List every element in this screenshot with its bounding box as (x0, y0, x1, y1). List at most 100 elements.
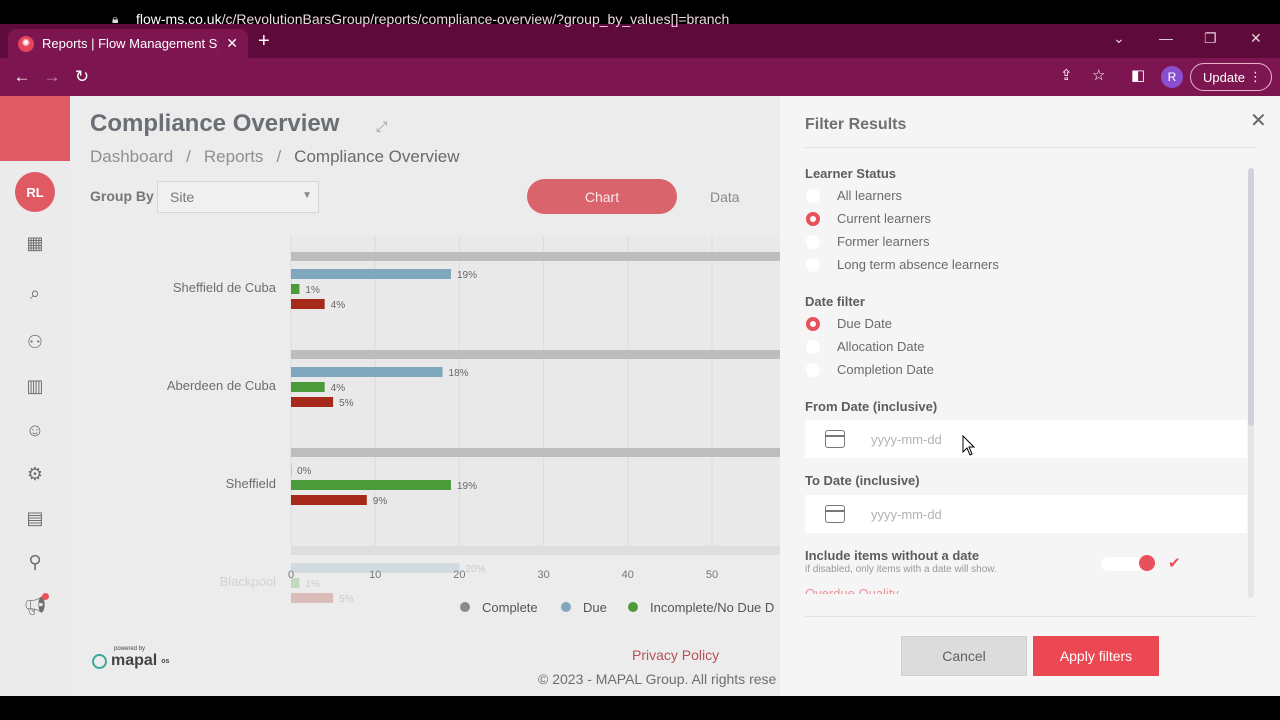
data-label: 9% (373, 496, 388, 507)
radio-label: Allocation Date (837, 339, 925, 354)
bar (291, 397, 334, 407)
filter-panel: Filter Results ✕ Learner Status All lear… (780, 96, 1280, 696)
radio-due-date[interactable]: Due Date (805, 316, 892, 331)
main-content: Compliance Overview ⤢ Dashboard / Report… (70, 96, 780, 696)
date-filter-label: Date filter (805, 294, 865, 309)
back-icon[interactable]: ← (7, 67, 37, 87)
expand-icon[interactable]: ⤢ (376, 118, 387, 135)
to-date-input[interactable]: yyyy-mm-dd (805, 495, 1247, 533)
group-by-select[interactable]: Site ▼ (157, 181, 319, 213)
bookmark-star-icon[interactable]: ☆ (1092, 66, 1105, 84)
building-icon[interactable]: ▤ (22, 506, 48, 530)
bar (291, 563, 460, 573)
data-label: 19% (457, 481, 477, 492)
include-undated-hint: if disabled, only items with a date will… (805, 564, 997, 575)
smiley-icon[interactable]: ☺ (22, 418, 48, 442)
bar (291, 578, 300, 588)
legend-marker (460, 602, 470, 612)
tab-search-icon[interactable]: ⌄ (1113, 30, 1125, 47)
breadcrumb-dashboard[interactable]: Dashboard (90, 147, 173, 167)
radio-button[interactable] (806, 362, 820, 377)
radio-completion-date[interactable]: Completion Date (805, 362, 934, 377)
brand-logo-block[interactable] (0, 96, 70, 161)
breadcrumb: Dashboard / Reports / Compliance Overvie… (90, 147, 460, 167)
radio-former-learners[interactable]: Former learners (805, 234, 929, 249)
user-avatar[interactable]: RL (15, 172, 55, 212)
data-label: 1% (305, 579, 320, 590)
breadcrumb-current: Compliance Overview (294, 147, 460, 166)
radio-all-learners[interactable]: All learners (805, 188, 902, 203)
brand-name: mapal (111, 652, 158, 669)
notification-dot (42, 593, 49, 600)
radio-allocation-date[interactable]: Allocation Date (805, 339, 924, 354)
radio-button[interactable] (806, 234, 820, 249)
privacy-policy-link[interactable]: Privacy Policy (632, 647, 719, 663)
bar (291, 465, 292, 475)
complete-bar (291, 448, 780, 457)
scrollbar-thumb[interactable] (1248, 168, 1254, 426)
radio-button[interactable] (806, 339, 820, 354)
bar (291, 299, 325, 309)
apply-filters-button[interactable]: Apply filters (1033, 636, 1159, 676)
calendar-icon[interactable] (825, 505, 845, 523)
radio-label: Current learners (837, 211, 931, 226)
include-undated-toggle[interactable] (1101, 554, 1156, 574)
category-label: Aberdeen de Cuba (167, 378, 277, 393)
toggle-knob (1139, 555, 1155, 571)
tab-chart[interactable]: Chart (527, 179, 677, 214)
calendar-icon[interactable] (825, 430, 845, 448)
group-by-value: Site (170, 189, 195, 205)
share-icon[interactable]: ⇪ (1060, 66, 1073, 84)
x-tick-label: 50 (706, 569, 718, 581)
bar (291, 480, 451, 490)
radio-label: Completion Date (837, 362, 934, 377)
megaphone-icon[interactable]: 📢︎ (22, 593, 49, 618)
clipped-section-label: Overdue Quality (805, 586, 899, 594)
complete-bar (291, 350, 780, 359)
reload-icon[interactable]: ↻ (67, 67, 97, 87)
people-icon[interactable]: ⚇ (22, 330, 48, 354)
page-title: Compliance Overview (90, 110, 340, 137)
bar (291, 593, 334, 603)
update-button[interactable]: Update ⋮ (1190, 63, 1272, 91)
data-label: 5% (339, 594, 354, 605)
breadcrumb-reports[interactable]: Reports (204, 147, 264, 167)
to-date-label: To Date (inclusive) (805, 473, 920, 488)
profile-avatar[interactable]: R (1161, 66, 1183, 88)
search-report-icon[interactable]: ⌕ (22, 281, 48, 305)
divider (805, 147, 1255, 148)
close-tab-icon[interactable]: ✕ (226, 35, 238, 52)
data-label: 4% (331, 300, 346, 311)
restore-icon[interactable]: ❐ (1204, 30, 1217, 47)
url-path: /c/RevolutionBarsGroup/reports/complianc… (221, 11, 730, 27)
close-window-icon[interactable]: ✕ (1250, 30, 1262, 47)
address-bar[interactable]: 🔒︎ flow-ms.co.uk/c/RevolutionBarsGroup/r… (112, 4, 1057, 34)
dashboard-icon[interactable]: ▦ (22, 231, 48, 255)
lock-icon: 🔒︎ (112, 11, 119, 26)
cancel-button[interactable]: Cancel (901, 636, 1027, 676)
radio-button-selected[interactable] (806, 211, 820, 226)
data-label: 18% (449, 368, 469, 379)
radio-button[interactable] (806, 188, 820, 203)
radio-long-term-absence[interactable]: Long term absence learners (805, 257, 999, 272)
side-panel-icon[interactable]: ◧ (1131, 66, 1145, 84)
minimize-icon[interactable]: — (1159, 30, 1173, 46)
include-undated-label: Include items without a date (805, 548, 980, 563)
close-icon[interactable]: ✕ (1250, 108, 1267, 133)
from-date-input[interactable]: yyyy-mm-dd (805, 420, 1247, 458)
radio-label: Due Date (837, 316, 892, 331)
check-icon: ✔ (1168, 555, 1181, 572)
radio-current-learners[interactable]: Current learners (805, 211, 931, 226)
radio-button[interactable] (806, 257, 820, 272)
legend-label: Complete (482, 600, 538, 615)
radio-button-selected[interactable] (806, 316, 820, 331)
gear-icon[interactable]: ⚙ (22, 462, 48, 486)
search-icon[interactable]: ⚲ (22, 550, 48, 574)
from-date-label: From Date (inclusive) (805, 399, 938, 414)
data-label: 4% (331, 383, 346, 394)
sidebar: RL ▦ ⌕ ⚇ ▥ ☺ ⚙ ▤ ⚲ 📢︎ (0, 96, 70, 696)
forward-icon[interactable]: → (37, 67, 67, 87)
filter-panel-title: Filter Results (805, 116, 907, 133)
bar-chart-icon[interactable]: ▥ (22, 374, 48, 398)
update-label: Update (1203, 69, 1245, 85)
